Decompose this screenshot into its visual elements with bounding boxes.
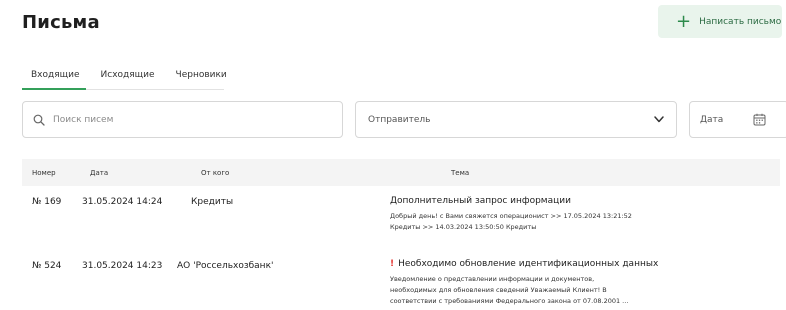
plus-icon: + (676, 10, 692, 32)
row-preview: Добрый день! с Вами свяжется операционис… (390, 211, 690, 233)
row-preview-line: необходимых для обновления сведений Уваж… (390, 286, 607, 294)
row-subject-block: ! Необходимо обновление идентификационных… (390, 259, 690, 307)
tab-inbox[interactable]: Входящие (22, 70, 91, 90)
row-subject-line: ! Необходимо обновление идентификационных… (390, 259, 690, 269)
column-header-number[interactable]: Номер (32, 169, 56, 177)
row-preview-line: соответствии с требованиями Федерального… (390, 297, 629, 305)
sender-select[interactable]: Отправитель (355, 101, 677, 138)
table-header: Номер Дата От кого Тема (22, 159, 780, 186)
calendar-icon[interactable] (753, 113, 766, 126)
row-date: 31.05.2024 14:23 (82, 261, 163, 271)
important-mark-icon: ! (390, 259, 395, 269)
date-placeholder: Дата (700, 114, 724, 125)
active-tab-indicator (22, 88, 86, 90)
table-row[interactable]: № 524 31.05.2024 14:23 АО 'Россельхозбан… (22, 259, 780, 310)
column-header-date[interactable]: Дата (90, 169, 108, 177)
page-title: Письма (22, 12, 100, 33)
row-subject: Необходимо обновление идентификационных … (398, 259, 659, 269)
date-field[interactable]: Дата (689, 101, 786, 138)
row-preview-line: Уведомление о представлении информации и… (390, 275, 595, 283)
row-preview-line: Кредиты >> 14.03.2024 13:50:50 Кредиты (390, 223, 537, 231)
row-sender: Кредиты (191, 197, 234, 207)
row-preview: Уведомление о представлении информации и… (390, 274, 690, 307)
sender-placeholder: Отправитель (368, 114, 431, 125)
row-subject: Дополнительный запрос информации (390, 196, 571, 206)
row-subject-block: Дополнительный запрос информации Добрый … (390, 196, 690, 233)
chevron-down-icon (654, 116, 664, 123)
compose-letter-label: Написать письмо (699, 16, 782, 27)
column-header-subject[interactable]: Тема (451, 169, 469, 177)
row-date: 31.05.2024 14:24 (82, 197, 163, 207)
tab-outbox[interactable]: Исходящие (91, 70, 166, 90)
row-preview-line: Добрый день! с Вами свяжется операционис… (390, 212, 632, 220)
row-number: № 169 (32, 197, 62, 207)
column-header-from[interactable]: От кого (201, 169, 229, 177)
search-input[interactable]: Поиск писем (22, 101, 343, 138)
search-placeholder: Поиск писем (53, 114, 114, 125)
mail-tabs: Входящие Исходящие Черновики (22, 70, 238, 90)
row-sender: АО 'Россельхозбанк' (177, 261, 274, 271)
compose-letter-button[interactable]: + Написать письмо (658, 5, 782, 38)
row-number: № 524 (32, 261, 62, 271)
table-row[interactable]: № 169 31.05.2024 14:24 Кредиты Дополните… (22, 196, 780, 244)
search-icon (33, 114, 45, 126)
tab-drafts[interactable]: Черновики (166, 70, 238, 90)
